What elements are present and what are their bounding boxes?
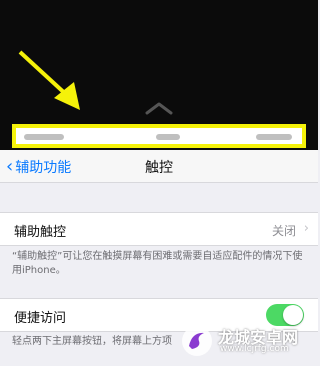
reachability-label: 便捷访问 [14,311,67,326]
assistive-touch-row[interactable]: 辅助触控 关闭 › [0,212,318,246]
chevron-right-icon: › [303,221,309,236]
assistive-touch-value: 关闭 [271,224,296,238]
dragon-logo-icon [182,326,212,356]
chevron-up-icon[interactable] [144,100,174,116]
assistive-touch-footnote: “辅助触控”可让您在触摸屏幕有困难或需要自适应配件的情况下使用iPhone。 [12,251,303,276]
navigation-bar: ‹ 辅助功能 触控 [0,150,318,183]
page-title: 触控 [145,160,173,176]
highlighted-status-bar [12,124,306,148]
watermark: 龙城安卓网 www.lcjrfg.com [180,322,312,362]
assistive-touch-label: 辅助触控 [14,225,67,240]
watermark-url: www.lcjrfg.com [220,344,289,354]
